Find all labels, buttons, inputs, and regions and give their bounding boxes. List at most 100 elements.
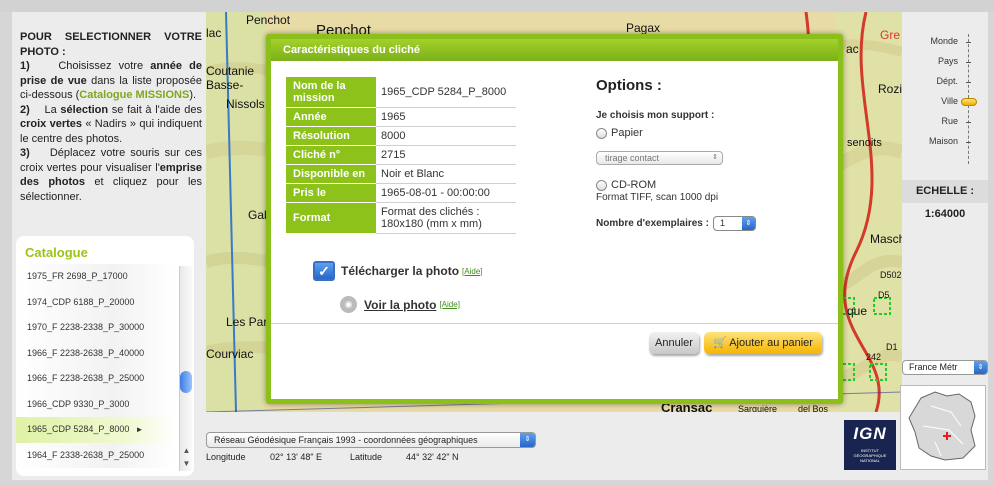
scrollbar-thumb[interactable]	[180, 371, 192, 393]
projection-select[interactable]: Réseau Géodésique Français 1993 - coordo…	[206, 432, 536, 448]
view-row: ◉ Voir la photo [Aide]	[340, 296, 460, 313]
select-arrows-icon: ⇕	[741, 217, 755, 230]
zoom-level-label[interactable]: Rue	[941, 116, 958, 126]
info-value: 1965-08-01 - 00:00:00	[376, 183, 516, 203]
cdrom-label: CD-ROM	[611, 179, 657, 191]
select-arrows-icon: ⇕	[520, 433, 535, 447]
map-place-label: Coutanie	[206, 64, 255, 78]
ign-logo: IGN INSTITUT GÉOGRAPHIQUE NATIONAL	[844, 420, 896, 470]
left-panel: POUR SELECTIONNER VOTRE PHOTO : 1) Chois…	[12, 12, 206, 480]
info-key: Résolution	[286, 126, 376, 146]
tirage-select[interactable]: tirage contact ⇕	[596, 151, 723, 165]
info-value: Format des clichés : 180x180 (mm x mm)	[376, 202, 516, 234]
projection-select-value: Réseau Géodésique Français 1993 - coordo…	[214, 435, 478, 445]
longitude-value: 02° 13' 48" E	[270, 452, 323, 462]
catalogue-item[interactable]: 1966_F 2238-2638_P_25000	[16, 366, 176, 392]
france-overview-map	[901, 386, 985, 469]
catalogue-list: 1975_FR 2698_P_17000 1974_CDP 6188_P_200…	[16, 264, 176, 474]
scroll-up-icon[interactable]: ▲	[181, 446, 192, 455]
select-arrows-icon: ⇕	[712, 154, 718, 161]
instructions-title: POUR SELECTIONNER VOTRE PHOTO :	[20, 31, 202, 58]
map-place-label: Courviac	[206, 347, 254, 361]
map-place-label: Pagax	[626, 21, 661, 35]
zoom-level-label[interactable]: Monde	[930, 36, 958, 46]
info-key: Format	[286, 202, 376, 234]
zoom-level-label-active[interactable]: Ville	[941, 96, 958, 106]
photo-details-dialog: Caractéristiques du cliché Nom de la mis…	[266, 34, 843, 404]
download-checkbox[interactable]: ✓	[313, 261, 335, 281]
info-value: 1965_CDP 5284_P_8000	[376, 77, 516, 108]
latitude-label: Latitude	[350, 452, 383, 462]
cart-icon: 🛒	[713, 337, 727, 349]
longitude-label: Longitude	[206, 452, 246, 462]
cdrom-description: Format TIFF, scan 1000 dpi	[596, 192, 719, 203]
catalogue-item-label: 1966_CDP 9330_P_3000	[27, 398, 130, 409]
catalogue-item[interactable]: 1970_F 2238-2338_P_30000	[16, 315, 176, 341]
zoom-level-label[interactable]: Dépt.	[936, 76, 958, 86]
cdrom-option[interactable]: CD-ROM	[596, 179, 836, 191]
zoom-tick	[966, 122, 971, 123]
catalogue-item-label: 1966_F 2238-2638_P_25000	[27, 373, 145, 383]
download-help-link[interactable]: [Aide]	[462, 267, 482, 276]
catalogue-item[interactable]: 1974_CDP 6188_P_20000	[16, 289, 176, 315]
step-emphasis: sélection	[60, 103, 109, 116]
ign-logo-text: IGN	[853, 424, 887, 443]
step-text: ).	[189, 89, 197, 101]
options-section: Options : Je choisis mon support : Papie…	[596, 77, 836, 231]
coordinate-readout: Longitude 02° 13' 48" E Latitude 44° 32'…	[206, 452, 459, 462]
region-select[interactable]: France Métr ⇕	[902, 360, 988, 375]
map-place-label: Penchot	[246, 13, 291, 27]
catalogue-item-label: 1975_FR 2698_P_17000	[27, 271, 128, 281]
camera-icon[interactable]: ◉	[340, 296, 357, 313]
instructions-step-3: 3) Déplacez votre souris sur ces croix v…	[20, 146, 202, 204]
info-key: Cliché n°	[286, 145, 376, 165]
papier-radio[interactable]	[596, 127, 607, 139]
catalogue-item[interactable]: 1966_CDP 9330_P_3000	[16, 391, 176, 417]
zoom-handle[interactable]	[961, 98, 977, 106]
add-to-cart-button[interactable]: 🛒 Ajouter au panier	[704, 332, 822, 354]
map-place-label: D5	[878, 290, 890, 300]
catalogue-item-label: 1966_F 2238-2638_P_40000	[27, 347, 145, 358]
quantity-select[interactable]: 1 ⇕	[712, 216, 756, 231]
map-place-label: Basse-	[206, 78, 244, 92]
map-place-label: Nissols	[226, 97, 265, 111]
scroll-down-icon[interactable]: ▼	[181, 459, 192, 468]
zoom-level-label[interactable]: Pays	[938, 56, 958, 66]
map-place-label: que	[847, 304, 868, 318]
catalogue-scrollbar[interactable]: ▲ ▼	[179, 266, 192, 471]
catalogue-item[interactable]: 1975_FR 2698_P_17000	[16, 264, 176, 290]
catalogue-item[interactable]: 1964_F 2338-2638_P_25000	[16, 442, 176, 468]
map-place-label: lac	[206, 26, 222, 40]
info-row: Année 1965	[286, 107, 516, 127]
cdrom-radio[interactable]	[596, 179, 607, 191]
download-label[interactable]: Télécharger la photo	[341, 264, 459, 278]
papier-option[interactable]: Papier	[596, 127, 836, 139]
zoom-tick	[966, 82, 971, 83]
dialog-title: Caractéristiques du cliché	[271, 39, 838, 61]
zoom-tick	[966, 142, 971, 143]
info-value: 8000	[376, 126, 516, 146]
zoom-tick	[966, 42, 971, 43]
info-row: Disponible en Noir et Blanc	[286, 164, 516, 184]
zoom-slider[interactable]: Monde Pays Dépt. Ville Rue Maison	[902, 30, 988, 164]
catalogue-item-selected[interactable]: 1965_CDP 5284_P_8000 ►	[16, 417, 176, 443]
select-arrows-icon: ⇕	[974, 361, 987, 374]
info-row: Pris le 1965-08-01 - 00:00:00	[286, 183, 516, 203]
catalogue-item[interactable]: 1966_F 2238-2638_P_40000	[16, 340, 176, 366]
tirage-select-value: tirage contact	[605, 153, 660, 163]
view-help-link[interactable]: [Aide]	[439, 300, 459, 309]
catalogue-title: Catalogue	[25, 245, 88, 260]
zoom-level-label[interactable]: Maison	[929, 136, 958, 146]
step-number: 3)	[20, 147, 30, 159]
cancel-button[interactable]: Annuler	[649, 332, 699, 354]
map-place-label: Gre	[880, 28, 901, 42]
selected-arrow-icon: ►	[135, 425, 144, 434]
overview-map[interactable]	[900, 385, 986, 470]
info-value: Noir et Blanc	[376, 164, 516, 184]
map-place-label: D502	[880, 270, 902, 280]
step-emphasis: croix vertes	[20, 118, 83, 130]
step-text: se fait à l'aide des	[108, 103, 202, 116]
map-view[interactable]: Penchot Penchot Pagax lac Coutanie Basse…	[206, 12, 902, 412]
view-photo-link[interactable]: Voir la photo	[364, 298, 436, 312]
download-row: ✓ Télécharger la photo [Aide]	[313, 261, 483, 281]
